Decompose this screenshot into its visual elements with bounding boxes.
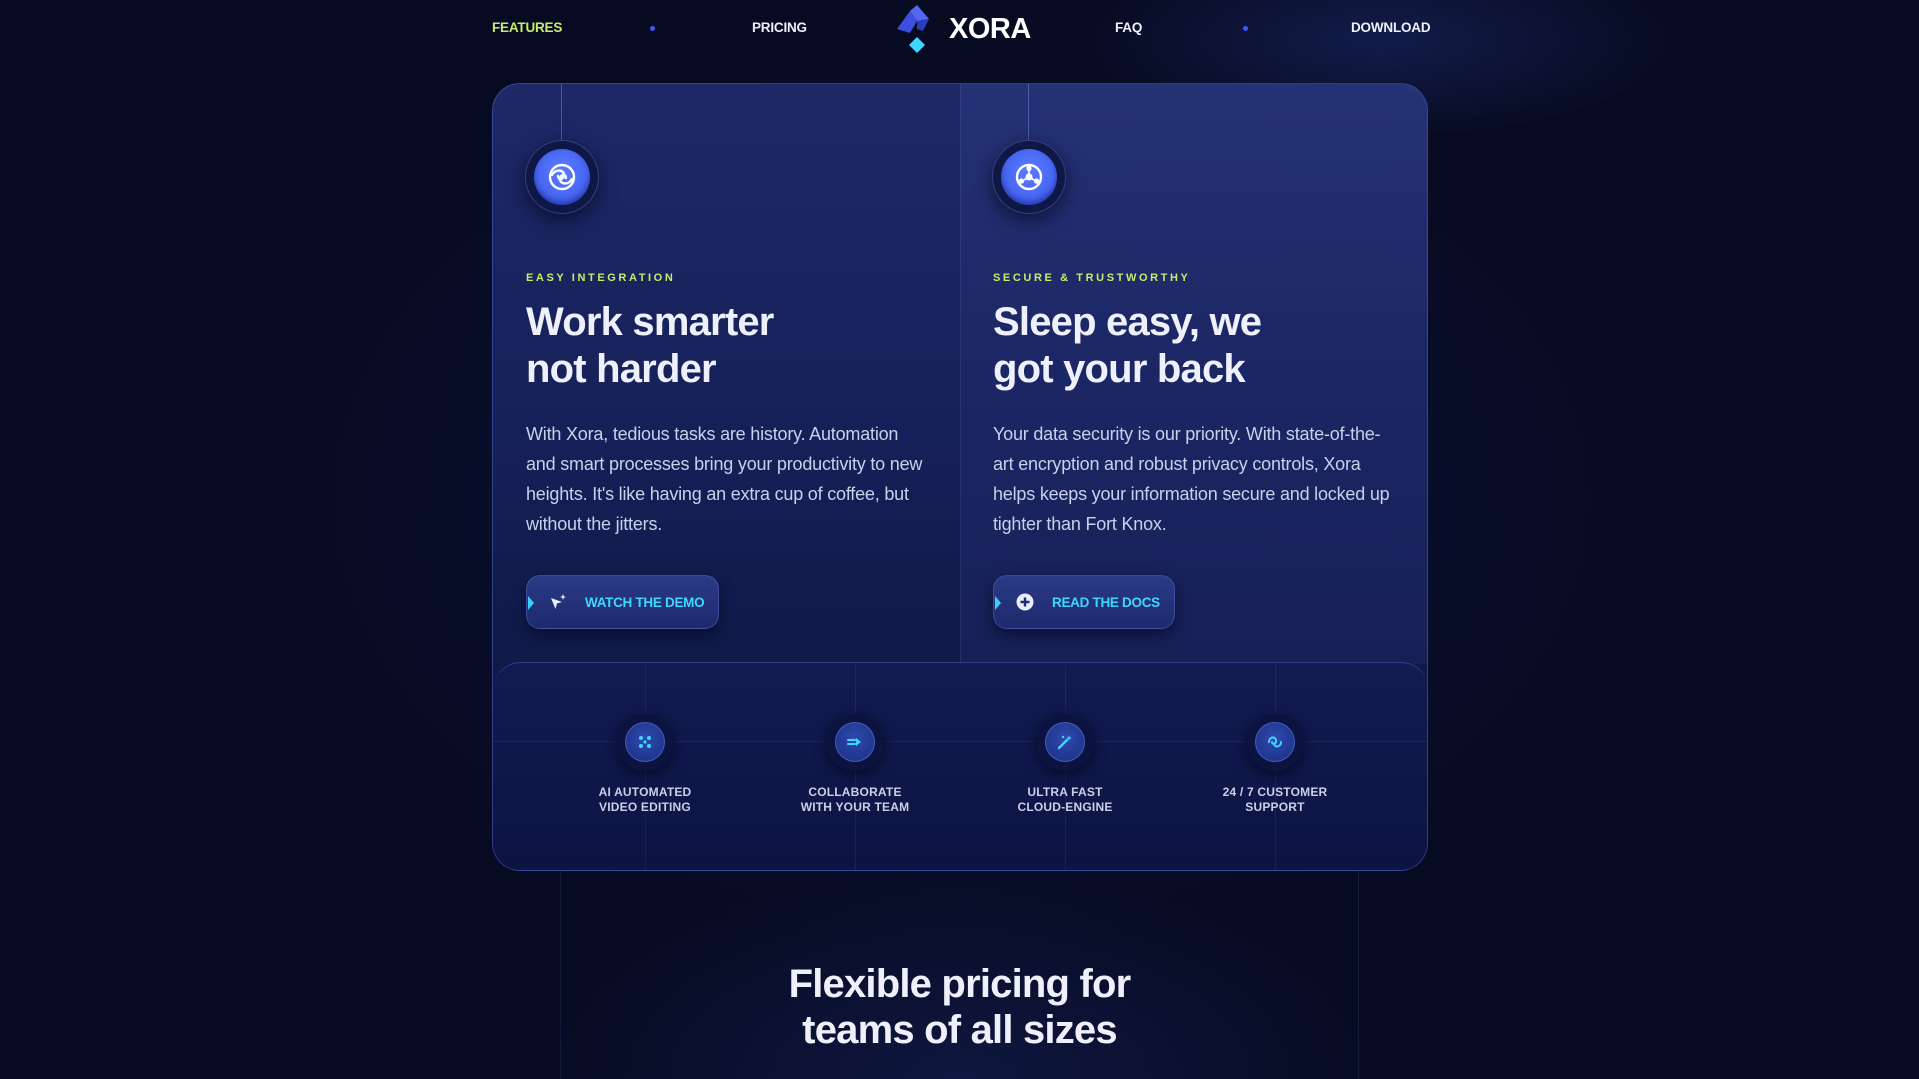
button-label: READ THE DOCS <box>1052 594 1160 610</box>
docs-plus-icon <box>1014 591 1036 613</box>
detail-label-line: 24 / 7 CUSTOMER <box>1222 785 1328 799</box>
detail-icon-badge <box>1036 713 1094 771</box>
button-label: WATCH THE DEMO <box>585 594 705 610</box>
detail-label: COLLABORATE WITH YOUR TEAM <box>775 785 935 815</box>
detail-item-support: 24 / 7 CUSTOMER SUPPORT <box>1195 713 1355 815</box>
detail-icon-badge <box>616 713 674 771</box>
connector-line <box>1028 84 1029 140</box>
detail-item-cloud-engine: ULTRA FAST CLOUD-ENGINE <box>985 713 1145 815</box>
detail-label-line: CLOUD-ENGINE <box>1017 800 1113 814</box>
detail-label: AI AUTOMATED VIDEO EDITING <box>565 785 725 815</box>
feature-title: Sleep easy, we got your back <box>993 299 1262 393</box>
feature-details-strip: AI AUTOMATED VIDEO EDITING COLLABORATE W… <box>493 662 1427 870</box>
xora-logo-icon <box>893 5 941 53</box>
pricing-heading-line: teams of all sizes <box>802 1008 1117 1052</box>
nav-separator-dot <box>650 26 655 31</box>
xora-logo[interactable]: XORA <box>893 5 1031 53</box>
shield-hub-icon <box>1001 149 1057 205</box>
swirl-icon <box>534 149 590 205</box>
support-icon <box>1255 722 1295 762</box>
detail-label-line: COLLABORATE <box>808 785 902 799</box>
button-notch <box>528 596 534 610</box>
pricing-heading: Flexible pricing for teams of all sizes <box>0 961 1919 1053</box>
nav-link-pricing[interactable]: PRICING <box>752 20 807 35</box>
feature-title: Work smarter not harder <box>526 299 774 393</box>
feature-title-line: Sleep easy, we <box>993 300 1262 344</box>
detail-item-collaborate: COLLABORATE WITH YOUR TEAM <box>775 713 935 815</box>
nav-separator-dot <box>1243 26 1248 31</box>
detail-label: 24 / 7 CUSTOMER SUPPORT <box>1195 785 1355 815</box>
feature-description: Your data security is our priority. With… <box>993 424 1390 534</box>
magic-cursor-icon <box>547 591 569 613</box>
detail-label-line: SUPPORT <box>1245 800 1305 814</box>
button-notch <box>995 596 1001 610</box>
top-navigation: FEATURES PRICING XORA FAQ DOWNLOAD <box>0 0 1919 58</box>
connector-line <box>561 84 562 140</box>
pricing-heading-line: Flexible pricing for <box>788 962 1132 1006</box>
magic-wand-icon <box>1045 722 1085 762</box>
feature-secure-trustworthy: SECURE & TRUSTWORTHY Sleep easy, we got … <box>960 84 1427 664</box>
detail-label-line: ULTRA FAST <box>1027 785 1103 799</box>
detail-item-ai-editing: AI AUTOMATED VIDEO EDITING <box>565 713 725 815</box>
detail-label: ULTRA FAST CLOUD-ENGINE <box>985 785 1145 815</box>
arrow-share-icon <box>835 722 875 762</box>
logo-wordmark: XORA <box>949 12 1031 45</box>
feature-icon-badge <box>525 140 599 214</box>
feature-eyebrow: SECURE & TRUSTWORTHY <box>993 272 1191 284</box>
detail-label-line: WITH YOUR TEAM <box>800 800 910 814</box>
read-docs-button[interactable]: READ THE DOCS <box>993 575 1175 629</box>
sparkle-grid-icon <box>625 722 665 762</box>
feature-icon-badge <box>992 140 1066 214</box>
feature-title-line: Work smarter <box>526 300 774 344</box>
detail-icon-badge <box>826 713 884 771</box>
detail-label-line: VIDEO EDITING <box>599 800 691 814</box>
nav-link-faq[interactable]: FAQ <box>1115 20 1142 35</box>
detail-label-line: AI AUTOMATED <box>598 785 692 799</box>
features-card: EASY INTEGRATION Work smarter not harder… <box>492 83 1428 871</box>
feature-description: With Xora, tedious tasks are history. Au… <box>526 424 923 534</box>
feature-title-line: got your back <box>993 347 1246 391</box>
feature-eyebrow: EASY INTEGRATION <box>526 272 676 284</box>
feature-title-line: not harder <box>526 347 717 391</box>
nav-link-features[interactable]: FEATURES <box>492 20 562 35</box>
watch-demo-button[interactable]: WATCH THE DEMO <box>526 575 720 629</box>
nav-link-download[interactable]: DOWNLOAD <box>1351 20 1431 35</box>
detail-icon-badge <box>1246 713 1304 771</box>
feature-easy-integration: EASY INTEGRATION Work smarter not harder… <box>493 84 960 664</box>
